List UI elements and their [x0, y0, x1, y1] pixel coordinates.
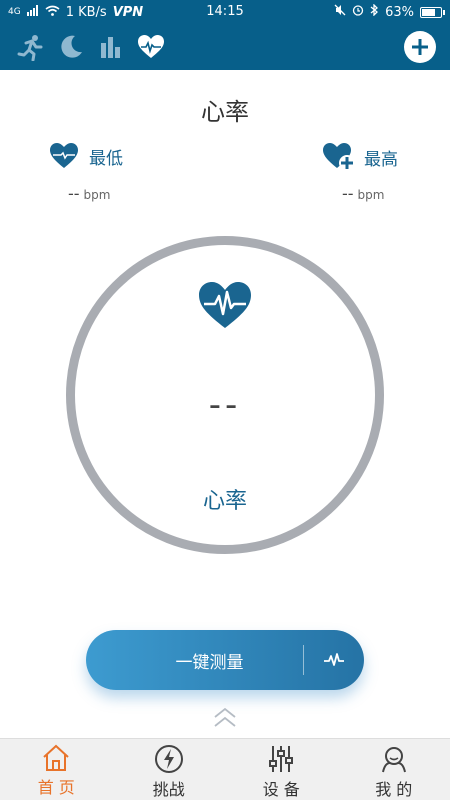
run-icon — [17, 35, 43, 61]
status-bar: 4G 1 KB/s VPN 14:15 63% — [0, 0, 450, 24]
wifi-icon — [45, 5, 60, 20]
current-heart-rate: -- — [208, 385, 242, 425]
nav-home[interactable]: 首 页 — [0, 739, 113, 800]
nav-profile[interactable]: 我 的 — [338, 739, 450, 800]
nav-challenge-label: 挑战 — [152, 780, 185, 799]
signal-bars-icon — [26, 4, 39, 20]
nav-device[interactable]: 设 备 — [225, 739, 338, 800]
heartbeat-icon — [199, 282, 251, 328]
heart-max-icon — [323, 143, 355, 171]
add-button[interactable] — [404, 31, 436, 63]
battery-percent: 63% — [385, 4, 414, 20]
bottom-nav: 首 页 挑战 设 备 我 的 — [0, 738, 450, 800]
max-label: 最高 — [364, 149, 398, 170]
heart-min-icon — [50, 143, 78, 168]
vpn-label: VPN — [112, 4, 144, 20]
network-speed: 1 KB/s — [65, 4, 107, 20]
measure-label: 一键测量 — [175, 652, 244, 673]
heart-rate-icon — [138, 35, 164, 58]
pulse-icon — [304, 652, 364, 668]
alarm-icon — [352, 4, 364, 20]
plus-icon — [412, 39, 428, 55]
one-click-measure-button[interactable]: 一键测量 — [86, 630, 364, 690]
min-stat: 最低 — [49, 142, 123, 170]
ring-caption: 心率 — [202, 489, 247, 514]
heart-rate-ring: -- 心率 — [66, 236, 384, 554]
lightning-icon — [154, 745, 183, 773]
page-title: 心率 — [201, 98, 249, 126]
max-value: -- — [342, 184, 354, 203]
moon-icon — [61, 35, 82, 58]
min-value-group: -- bpm — [68, 184, 110, 203]
tab-heart-rate[interactable] — [134, 30, 168, 64]
min-value: -- — [68, 184, 80, 203]
signal-indicator: 4G — [8, 7, 21, 17]
max-unit: bpm — [357, 188, 385, 202]
tab-sleep[interactable] — [54, 30, 88, 64]
mute-icon — [334, 4, 346, 20]
nav-device-label: 设 备 — [262, 780, 300, 799]
max-value-group: -- bpm — [342, 184, 384, 203]
sliders-icon — [269, 746, 294, 772]
min-label: 最低 — [89, 148, 123, 169]
bluetooth-icon — [370, 3, 379, 20]
home-icon — [43, 744, 69, 771]
profile-icon — [381, 747, 406, 773]
nav-profile-label: 我 的 — [375, 780, 413, 799]
min-unit: bpm — [83, 188, 111, 202]
nav-home-label: 首 页 — [37, 778, 75, 797]
tab-statistics[interactable] — [94, 30, 128, 64]
bar-chart-icon — [101, 37, 120, 58]
expand-up-icon[interactable] — [212, 706, 238, 730]
battery-icon — [420, 6, 445, 18]
nav-challenge[interactable]: 挑战 — [113, 739, 226, 800]
top-toolbar — [0, 24, 450, 70]
tab-sport[interactable] — [14, 30, 48, 64]
max-stat: 最高 — [322, 142, 398, 172]
